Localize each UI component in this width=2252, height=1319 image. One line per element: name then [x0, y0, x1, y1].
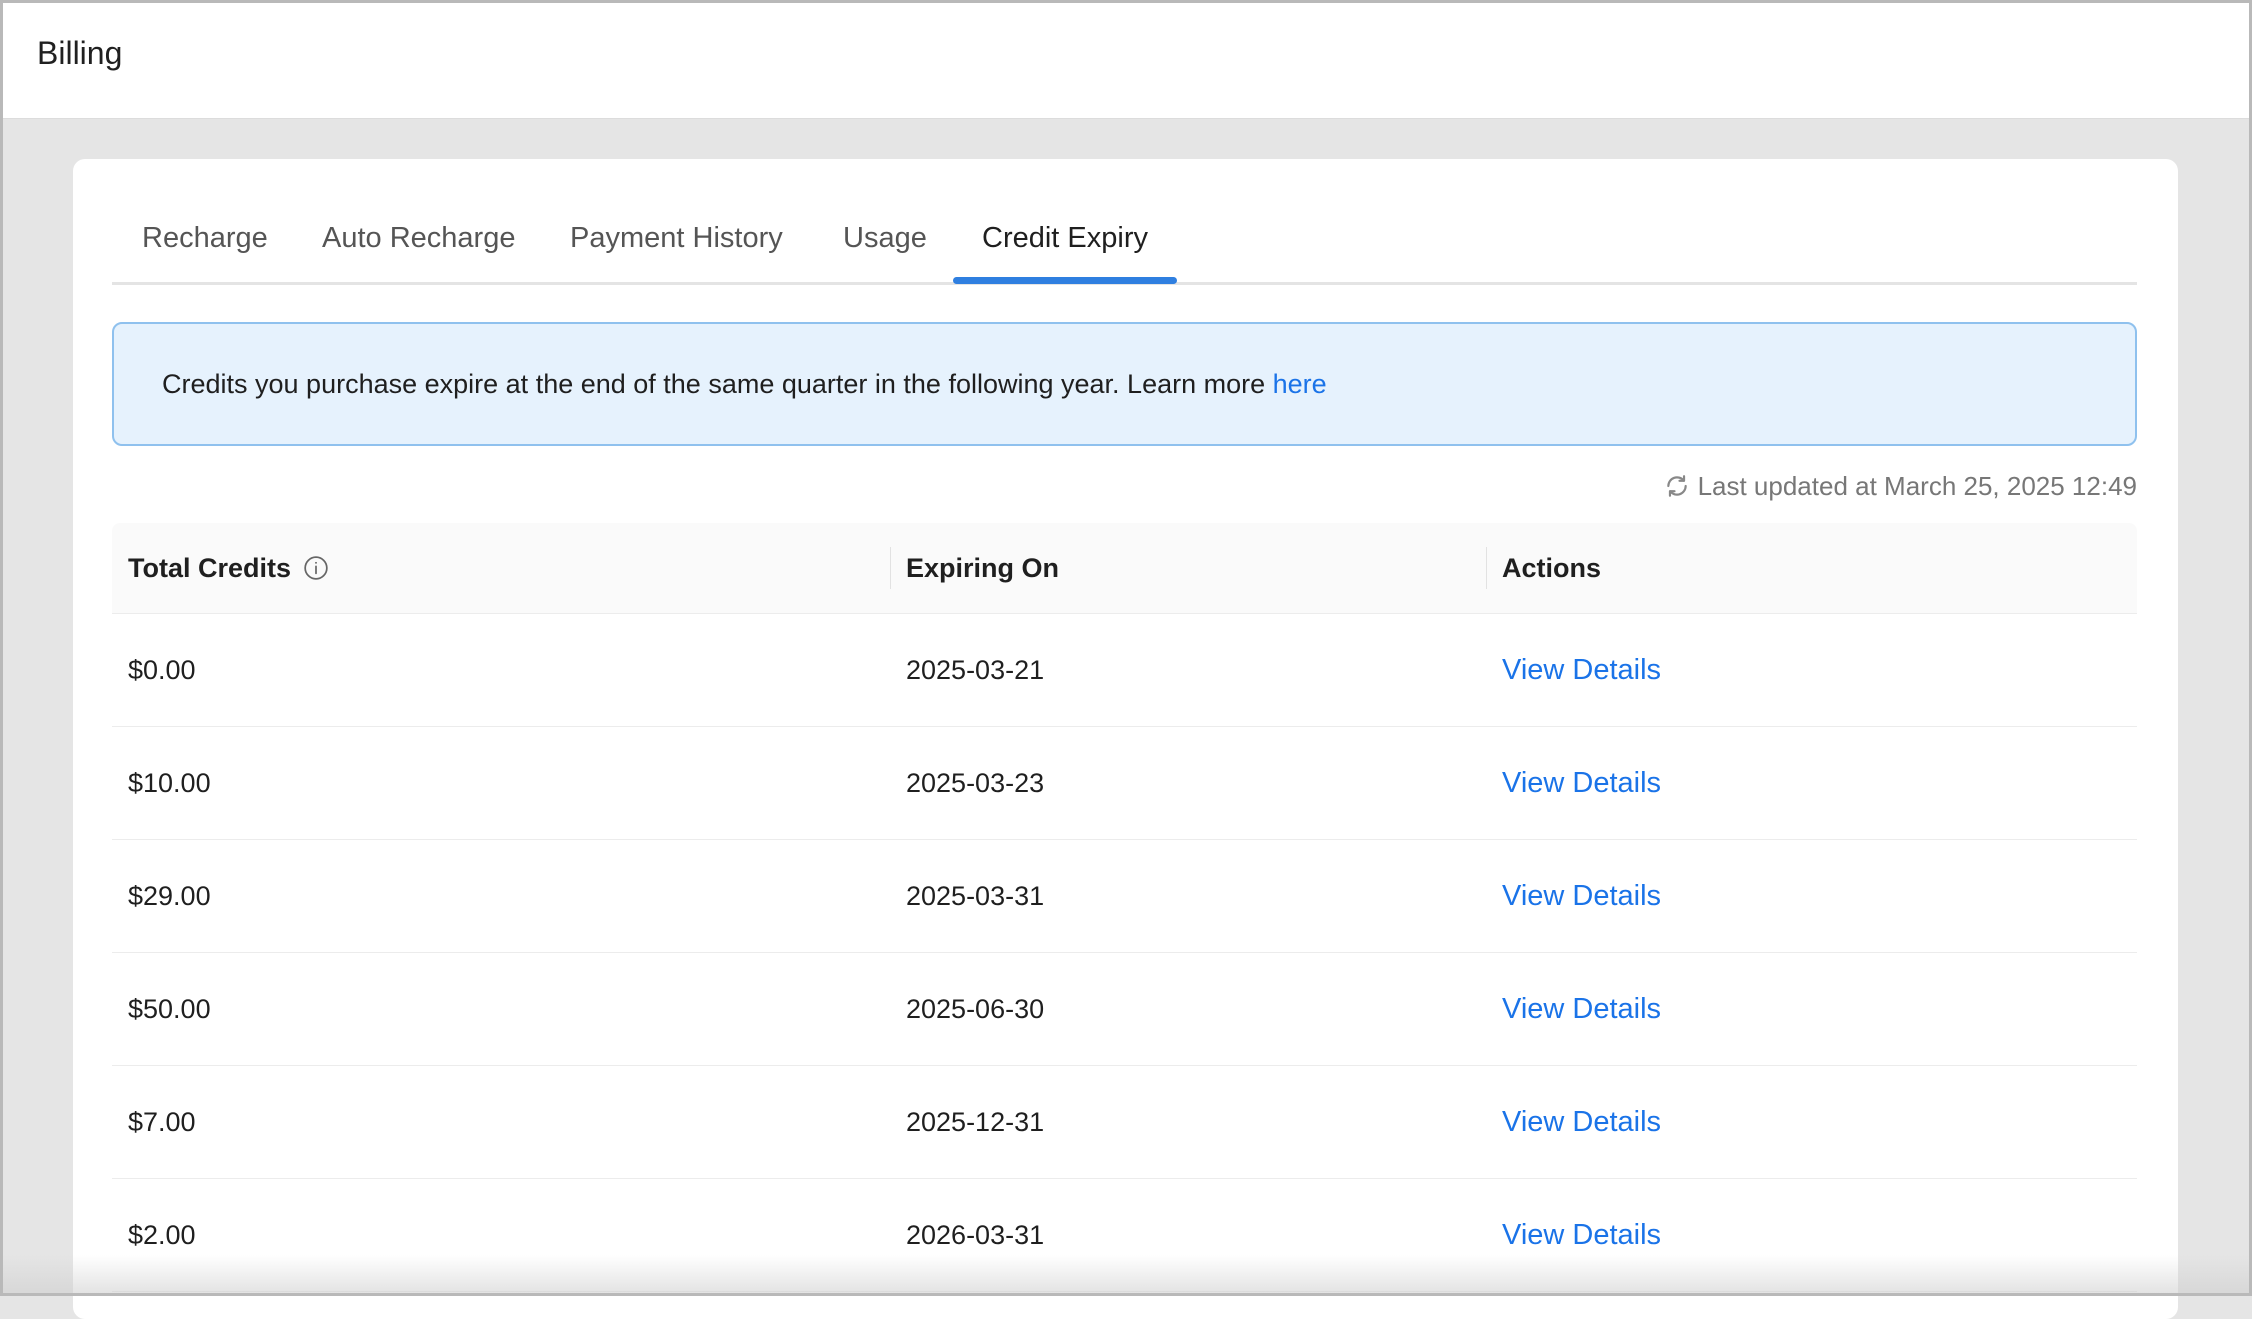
info-icon[interactable]	[303, 555, 329, 581]
tab-auto-recharge[interactable]: Auto Recharge	[322, 212, 515, 282]
tab-recharge[interactable]: Recharge	[142, 212, 268, 282]
view-details-link[interactable]: View Details	[1502, 953, 1661, 1065]
column-divider	[890, 547, 891, 589]
table-row: $7.00 2025-12-31 View Details	[112, 1066, 2137, 1179]
last-updated-status: Last updated at March 25, 2025 12:49	[1664, 468, 2137, 504]
total-credits-cell: $50.00	[128, 994, 211, 1024]
tab-credit-expiry[interactable]: Credit Expiry	[982, 212, 1148, 282]
column-header-label: Total Credits	[128, 553, 292, 583]
active-tab-indicator	[953, 277, 1177, 284]
column-divider	[1486, 547, 1487, 589]
credit-expiry-table: Total Credits Expiring On Actions $0.00 …	[112, 523, 2137, 1292]
refresh-icon[interactable]	[1664, 473, 1690, 499]
expiring-on-cell: 2025-03-21	[906, 655, 1045, 685]
view-details-link[interactable]: View Details	[1502, 1066, 1661, 1178]
column-header-expiring-on: Expiring On	[906, 553, 1060, 583]
tab-payment-history[interactable]: Payment History	[570, 212, 783, 282]
total-credits-cell: $2.00	[128, 1220, 196, 1250]
total-credits-cell: $29.00	[128, 881, 211, 911]
expiring-on-cell: 2025-12-31	[906, 1107, 1045, 1137]
view-details-link[interactable]: View Details	[1502, 840, 1661, 952]
expiring-on-cell: 2025-06-30	[906, 994, 1045, 1024]
table-row: $29.00 2025-03-31 View Details	[112, 840, 2137, 953]
learn-more-link[interactable]: here	[1273, 369, 1327, 399]
view-details-link[interactable]: View Details	[1502, 1179, 1661, 1291]
table-row: $10.00 2025-03-23 View Details	[112, 727, 2137, 840]
expiring-on-cell: 2025-03-31	[906, 881, 1045, 911]
view-details-link[interactable]: View Details	[1502, 727, 1661, 839]
total-credits-cell: $7.00	[128, 1107, 196, 1137]
notice-text: Credits you purchase expire at the end o…	[162, 366, 1327, 402]
table-row: $0.00 2025-03-21 View Details	[112, 614, 2137, 727]
column-header-total-credits: Total Credits	[128, 523, 329, 613]
total-credits-cell: $10.00	[128, 768, 211, 798]
top-bar: Billing	[0, 0, 2252, 119]
view-details-link[interactable]: View Details	[1502, 614, 1661, 726]
last-updated-text: Last updated at March 25, 2025 12:49	[1697, 471, 2137, 501]
column-header-actions: Actions	[1502, 553, 1602, 583]
table-row: $50.00 2025-06-30 View Details	[112, 953, 2137, 1066]
notice-message: Credits you purchase expire at the end o…	[162, 369, 1273, 399]
page-title: Billing	[37, 35, 123, 71]
total-credits-cell: $0.00	[128, 655, 196, 685]
table-header: Total Credits Expiring On Actions	[112, 523, 2137, 614]
tab-bar: Recharge Auto Recharge Payment History U…	[112, 212, 2137, 285]
expiring-on-cell: 2026-03-31	[906, 1220, 1045, 1250]
table-row: $2.00 2026-03-31 View Details	[112, 1179, 2137, 1292]
expiry-notice-banner: Credits you purchase expire at the end o…	[112, 322, 2137, 446]
tab-usage[interactable]: Usage	[843, 212, 927, 282]
expiring-on-cell: 2025-03-23	[906, 768, 1045, 798]
